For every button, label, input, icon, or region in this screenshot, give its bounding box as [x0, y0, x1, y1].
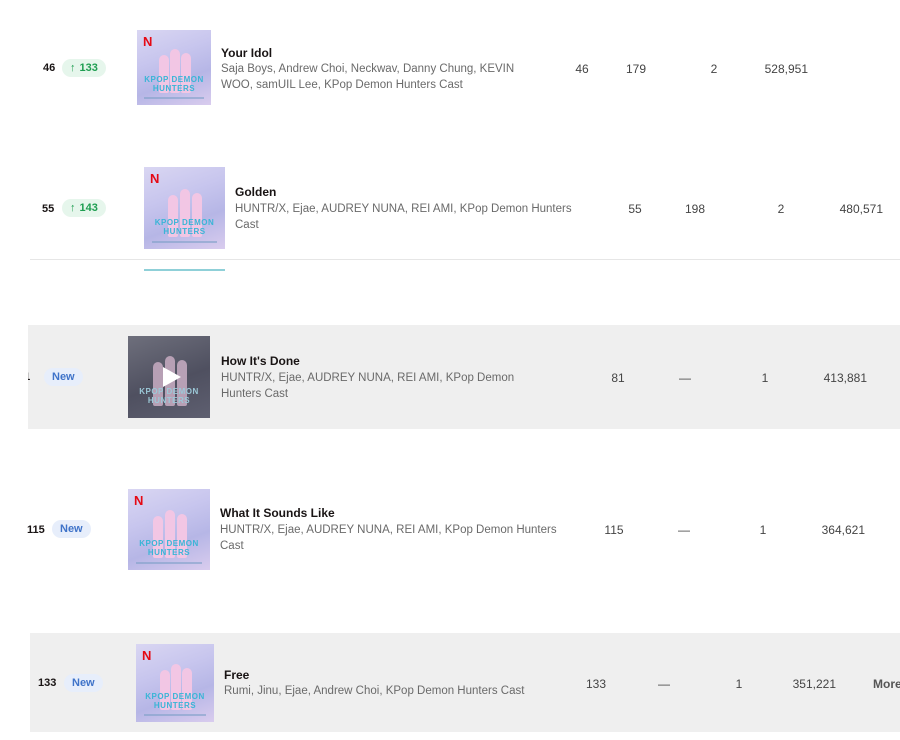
- album-cover[interactable]: KPOP DEMON HUNTERS: [128, 336, 210, 418]
- album-logo: KPOP DEMON HUNTERS: [139, 539, 199, 558]
- netflix-logo: N: [134, 493, 144, 508]
- netflix-logo: N: [142, 648, 152, 663]
- track-title[interactable]: Free: [224, 668, 249, 682]
- album-cover[interactable]: N KPOP DEMON HUNTERS: [137, 30, 211, 105]
- chart-rank: 133: [38, 677, 57, 689]
- new-entry-badge: New: [52, 520, 91, 538]
- rank-change-badge: ↑ 143: [62, 199, 106, 217]
- weeks-on-chart: 1: [761, 371, 769, 385]
- album-logo: KPOP DEMON HUNTERS: [139, 386, 199, 405]
- chart-rank: 115: [27, 524, 45, 536]
- more-button[interactable]: More: [873, 677, 900, 691]
- previous-rank: 81: [611, 371, 625, 385]
- album-logo: KPOP DEMON HUNTERS: [144, 75, 204, 93]
- weeks-on-chart: 1: [759, 523, 767, 537]
- previous-rank: 115: [604, 523, 624, 537]
- chart-row-highlighted[interactable]: 81 New KPOP DEMON HUNTERS How It's Done …: [28, 325, 900, 429]
- stream-count: 413,881: [823, 371, 867, 385]
- previous-rank: 133: [585, 677, 607, 691]
- album-cover[interactable]: N KPOP DEMON HUNTERS: [128, 489, 210, 570]
- stream-count: 528,951: [764, 62, 808, 76]
- track-artists[interactable]: HUNTR/X, Ejae, AUDREY NUNA, REI AMI, KPo…: [220, 522, 565, 554]
- stream-count: 480,571: [839, 202, 883, 216]
- peak-rank: —: [679, 371, 691, 385]
- previous-rank: 55: [628, 202, 642, 216]
- track-title[interactable]: What It Sounds Like: [220, 506, 335, 520]
- chart-rank: 46: [43, 62, 56, 74]
- stream-count: 351,221: [792, 677, 836, 691]
- track-title[interactable]: Golden: [235, 185, 276, 199]
- up-arrow-icon: ↑: [70, 202, 76, 214]
- track-artists[interactable]: Rumi, Jinu, Ejae, Andrew Choi, KPop Demo…: [224, 683, 554, 699]
- stream-count: 364,621: [821, 523, 865, 537]
- new-entry-badge: New: [44, 368, 83, 386]
- chart-rank: 81: [28, 371, 30, 383]
- peak-rank: 179: [625, 62, 647, 76]
- weeks-on-chart: 2: [777, 202, 785, 216]
- chart-row-highlighted[interactable]: 133 New N KPOP DEMON HUNTERS Free Rumi, …: [30, 633, 900, 732]
- album-cover[interactable]: N KPOP DEMON HUNTERS: [136, 644, 214, 722]
- new-entry-badge: New: [64, 674, 103, 692]
- peak-rank: 198: [684, 202, 706, 216]
- rank-change-badge: ↑ 133: [62, 59, 106, 77]
- rank-change-value: 133: [79, 62, 98, 74]
- track-artists[interactable]: HUNTR/X, Ejae, AUDREY NUNA, REI AMI, KPo…: [235, 201, 580, 233]
- netflix-logo: N: [150, 171, 160, 186]
- track-artists[interactable]: Saja Boys, Andrew Choi, Neckwav, Danny C…: [221, 61, 541, 93]
- track-title[interactable]: How It's Done: [221, 354, 300, 368]
- peak-rank: —: [678, 523, 690, 537]
- rank-change-value: 143: [79, 202, 98, 214]
- album-logo: KPOP DEMON HUNTERS: [154, 217, 215, 236]
- album-cover[interactable]: N KPOP DEMON HUNTERS: [144, 167, 225, 249]
- album-logo: KPOP DEMON HUNTERS: [145, 691, 205, 710]
- track-artists[interactable]: HUNTR/X, Ejae, AUDREY NUNA, REI AMI, KPo…: [221, 370, 531, 402]
- next-cover-edge: [144, 269, 225, 271]
- peak-rank: —: [658, 677, 670, 691]
- up-arrow-icon: ↑: [70, 62, 76, 74]
- previous-rank: 46: [575, 62, 589, 76]
- netflix-logo: N: [143, 34, 153, 49]
- chart-rank: 55: [42, 203, 55, 215]
- row-divider: [30, 259, 900, 260]
- track-title[interactable]: Your Idol: [221, 46, 272, 60]
- play-icon[interactable]: [163, 367, 181, 387]
